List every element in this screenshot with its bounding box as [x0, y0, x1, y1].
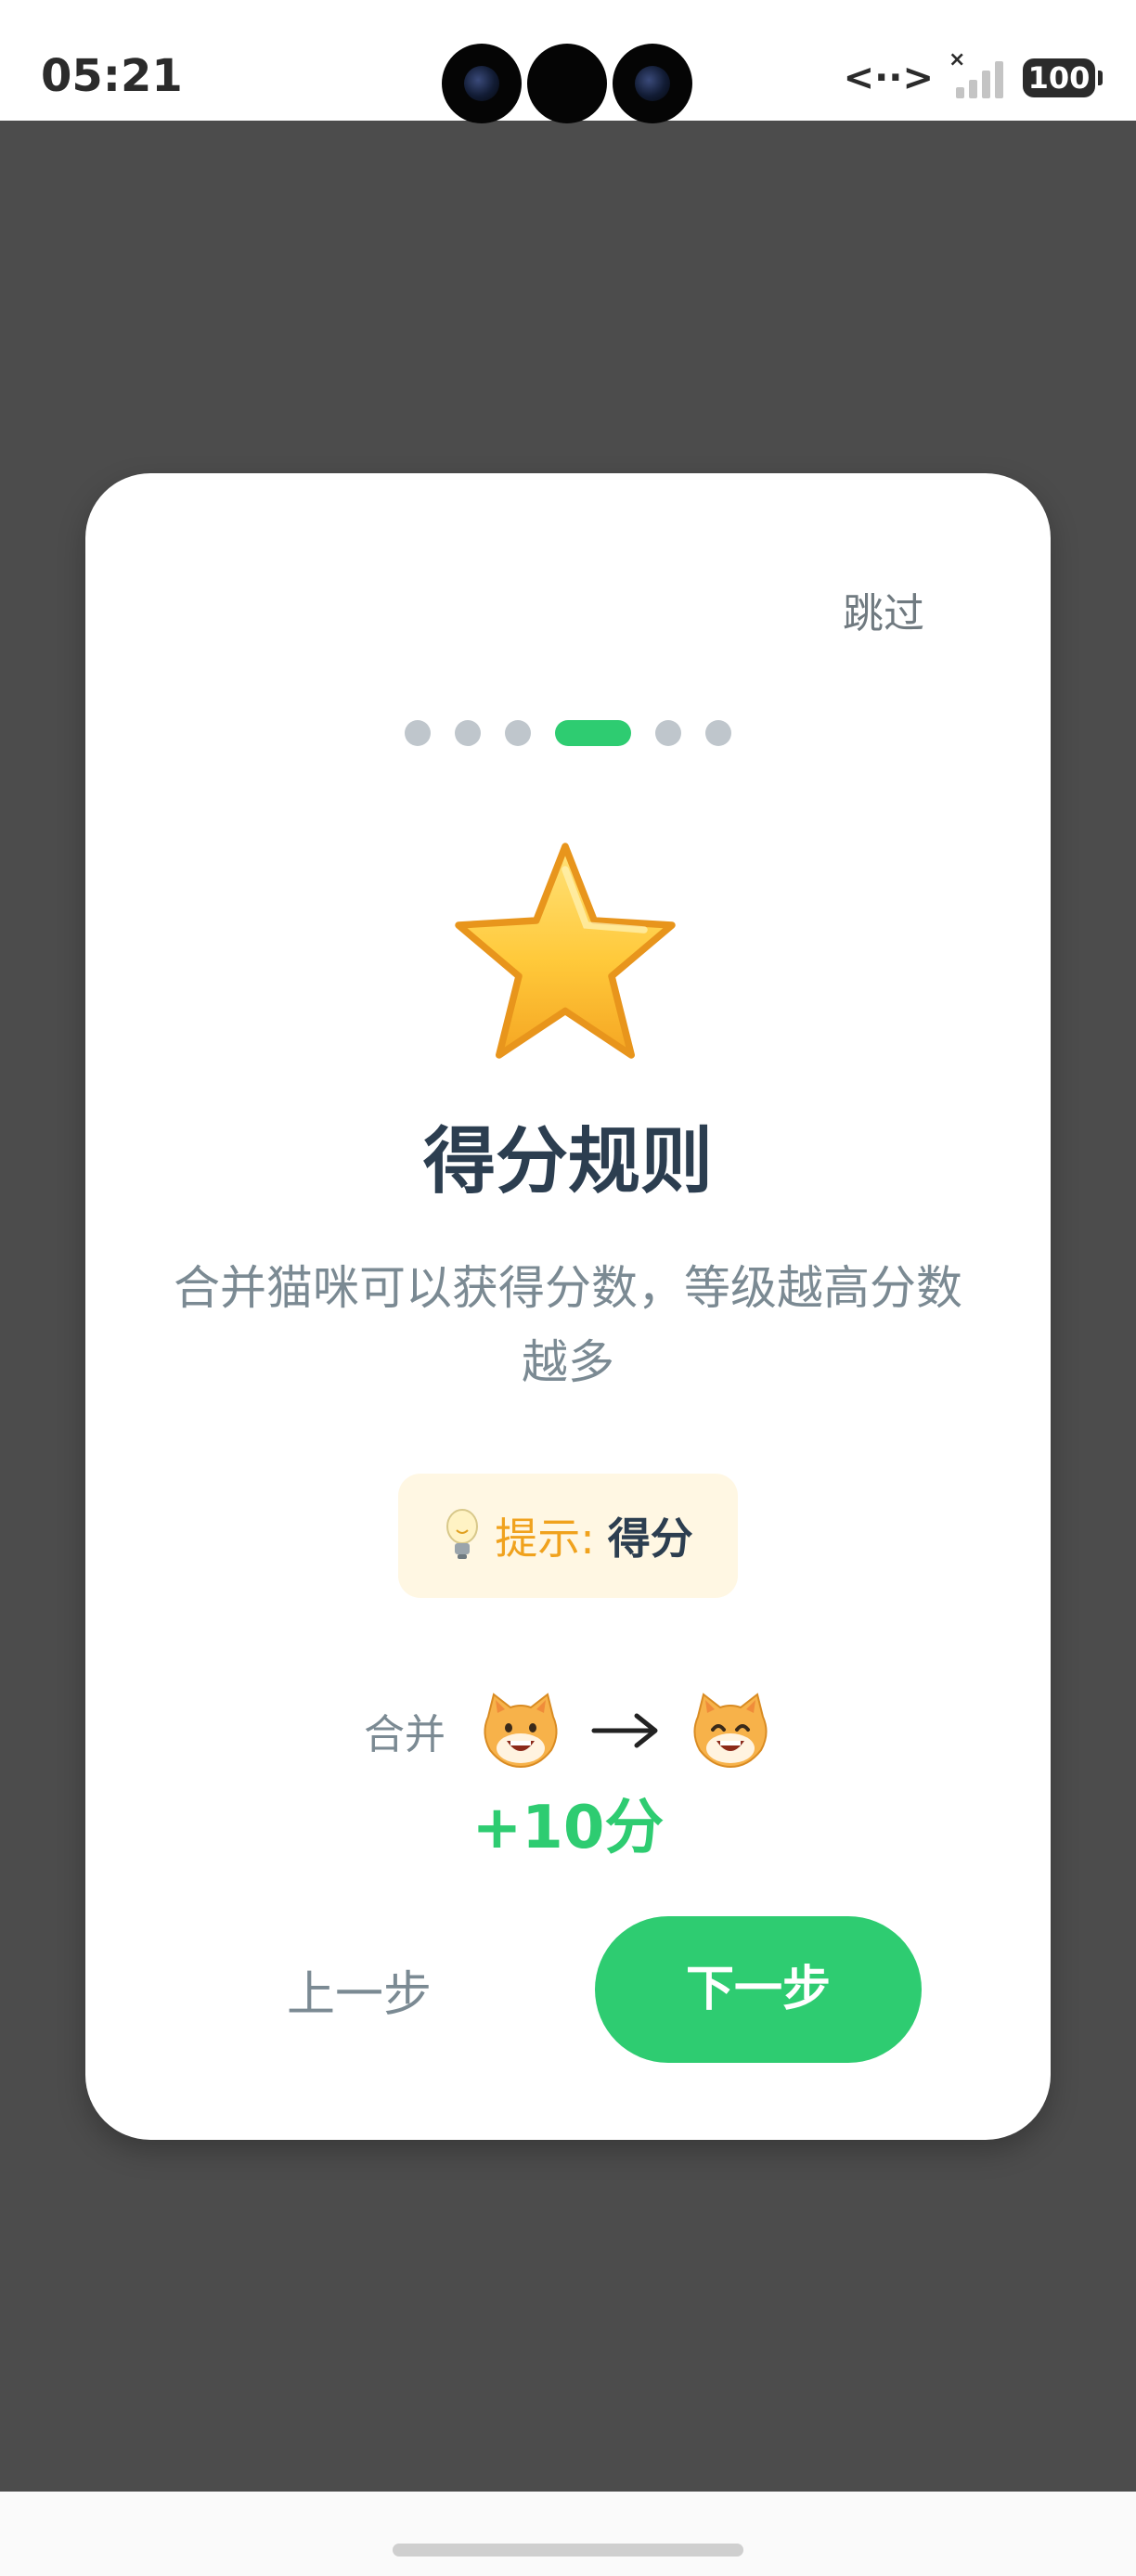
front-camera-icon: [613, 44, 692, 123]
navigation-bar: [0, 2492, 1136, 2576]
tutorial-dialog: 跳过 得分规则 合并猫咪可以获得分数，等级越高分数越多 提示: 得分 合并 +1…: [85, 473, 1051, 2140]
merge-label: 合并: [364, 1711, 445, 1758]
dialog-description: 合并猫咪可以获得分数，等级越高分数越多: [174, 1261, 962, 1389]
merge-example: 合并: [85, 1680, 1051, 1782]
step-dot: [505, 720, 531, 746]
home-indicator[interactable]: [393, 2544, 743, 2557]
step-indicator: [85, 720, 1051, 746]
dialog-title: 得分规则: [422, 1120, 713, 1204]
arrow-right-icon: [591, 1713, 658, 1748]
data-transfer-icon: <··>: [843, 57, 934, 99]
previous-step-button[interactable]: 上一步: [254, 1944, 464, 2046]
cellular-signal-icon: ×: [949, 48, 1008, 98]
lightbulb-icon: [446, 1509, 479, 1559]
next-step-button[interactable]: 下一步: [595, 1916, 922, 2063]
tip-value: 得分: [607, 1513, 693, 1564]
step-dot-active: [555, 720, 631, 746]
step-dot: [705, 720, 731, 746]
tip-box: 提示: 得分: [398, 1474, 738, 1598]
status-bar: 05:21 <··> × 100: [0, 0, 1136, 123]
battery-icon: 100: [1023, 58, 1103, 97]
no-signal-mark: ×: [949, 48, 966, 71]
status-icons: <··> × 100: [843, 48, 1103, 99]
step-dot: [655, 720, 681, 746]
step-dot: [405, 720, 431, 746]
grinning-cat-icon: [484, 1693, 558, 1769]
tip-label: 提示:: [495, 1513, 595, 1564]
skip-button[interactable]: 跳过: [843, 580, 924, 639]
status-time: 05:21: [41, 50, 183, 102]
step-dot: [455, 720, 481, 746]
smiling-cat-icon: [693, 1693, 768, 1769]
front-camera-icon: [442, 44, 522, 123]
front-sensor-icon: [527, 44, 607, 123]
star-icon: [455, 843, 676, 1059]
points-reward: +10分: [471, 1794, 665, 1862]
